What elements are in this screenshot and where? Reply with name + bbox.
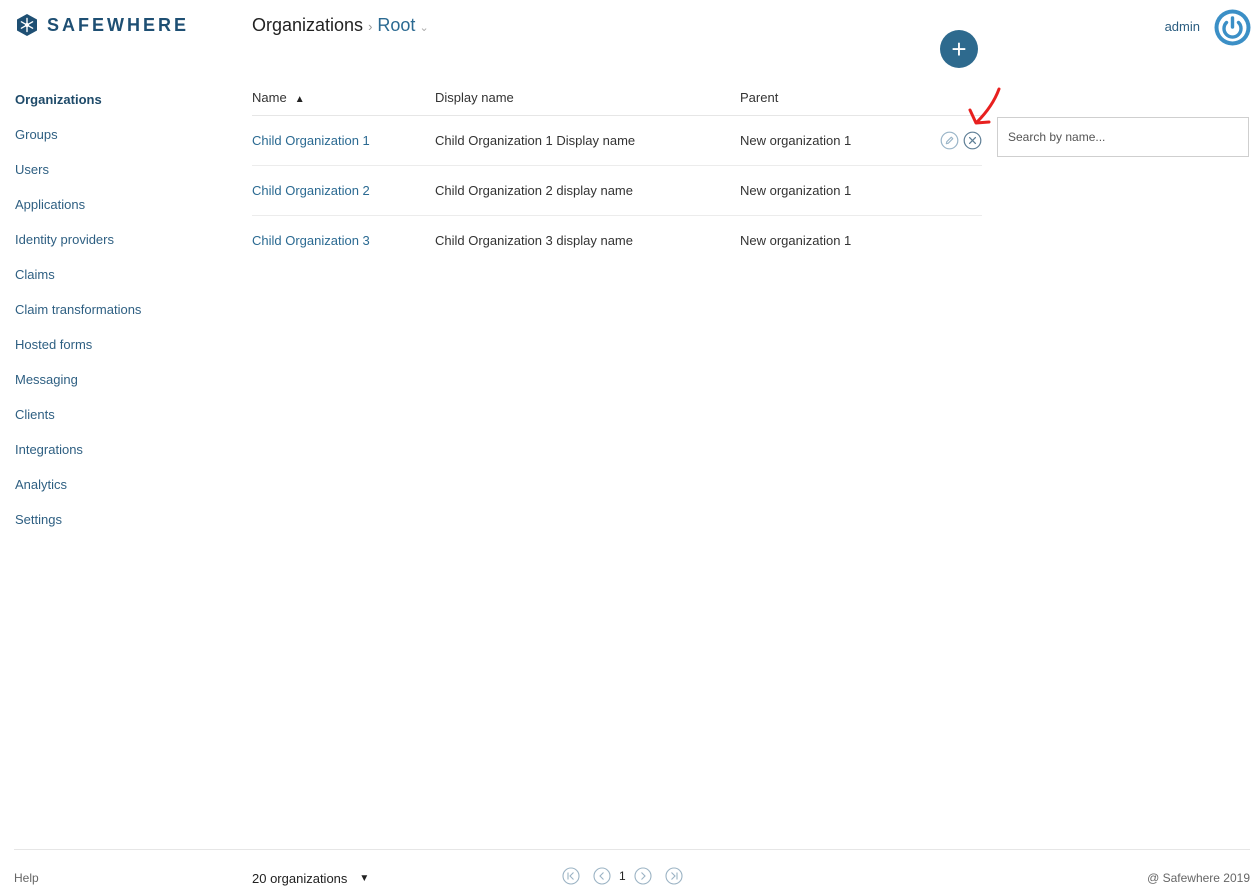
close-circle-icon[interactable]: [963, 131, 982, 150]
sidebar-item-users[interactable]: Users: [15, 157, 141, 192]
help-link[interactable]: Help: [14, 871, 39, 885]
copyright: @ Safewhere 2019: [1147, 871, 1250, 885]
sidebar-item-claim-transformations[interactable]: Claim transformations: [15, 297, 141, 332]
org-name-link[interactable]: Child Organization 1: [252, 133, 435, 148]
row-actions: [920, 131, 982, 150]
username[interactable]: admin: [1165, 19, 1200, 34]
sidebar-item-identity-providers[interactable]: Identity providers: [15, 227, 141, 262]
last-page-icon[interactable]: [665, 867, 683, 885]
sidebar-item-settings[interactable]: Settings: [15, 507, 141, 542]
breadcrumb: Organizations › Root ⌄: [252, 15, 429, 36]
current-page-number: 1: [619, 869, 626, 883]
column-header-name[interactable]: Name ▲: [252, 90, 435, 105]
organizations-table: Name ▲ Display name Parent Child Organiza…: [252, 80, 982, 265]
org-parent: New organization 1: [740, 133, 852, 148]
org-display-name: Child Organization 1 Display name: [435, 133, 636, 148]
table-row: Child Organization 1 Child Organization …: [252, 116, 982, 166]
org-name-link[interactable]: Child Organization 2: [252, 183, 435, 198]
chevron-down-icon[interactable]: ⌄: [419, 21, 428, 34]
sidebar-item-organizations[interactable]: Organizations: [15, 87, 141, 122]
table-row: Child Organization 2 Child Organization …: [252, 166, 982, 216]
organization-count: 20 organizations: [252, 871, 348, 886]
search-input[interactable]: [997, 117, 1249, 157]
sidebar-item-hosted-forms[interactable]: Hosted forms: [15, 332, 141, 367]
breadcrumb-separator: ›: [368, 19, 373, 34]
sidebar-item-analytics[interactable]: Analytics: [15, 472, 141, 507]
pagination: 1: [562, 867, 683, 885]
add-organization-button[interactable]: +: [940, 30, 978, 68]
first-page-icon[interactable]: [562, 867, 580, 885]
column-header-parent: Parent: [740, 90, 779, 105]
footer: Help 20 organizations ▼ 1 @ Safewhere 20…: [14, 849, 1250, 895]
page-size-selector[interactable]: 20 organizations ▼: [252, 871, 369, 886]
pencil-icon[interactable]: [940, 131, 959, 150]
sidebar: Organizations Groups Users Applications …: [15, 87, 141, 542]
sidebar-item-clients[interactable]: Clients: [15, 402, 141, 437]
brand-logo[interactable]: SAFEWHERE: [15, 13, 189, 37]
org-name-link[interactable]: Child Organization 3: [252, 233, 435, 248]
sidebar-item-groups[interactable]: Groups: [15, 122, 141, 157]
table-row: Child Organization 3 Child Organization …: [252, 216, 982, 265]
next-page-icon[interactable]: [634, 867, 652, 885]
breadcrumb-section[interactable]: Organizations: [252, 15, 363, 36]
org-parent: New organization 1: [740, 233, 852, 248]
caret-down-icon: ▼: [359, 873, 370, 884]
table-header: Name ▲ Display name Parent: [252, 80, 982, 116]
column-header-display-name: Display name: [435, 90, 514, 105]
breadcrumb-current-org[interactable]: Root: [377, 15, 415, 36]
brand-name: SAFEWHERE: [47, 14, 190, 35]
power-icon[interactable]: [1214, 9, 1251, 46]
sort-ascending-icon[interactable]: ▲: [295, 94, 305, 105]
sidebar-item-integrations[interactable]: Integrations: [15, 437, 141, 472]
prev-page-icon[interactable]: [593, 867, 611, 885]
org-parent: New organization 1: [740, 183, 852, 198]
org-display-name: Child Organization 2 display name: [435, 183, 633, 198]
column-name-label: Name: [252, 90, 287, 105]
snowflake-hexagon-icon: [17, 14, 37, 36]
sidebar-item-claims[interactable]: Claims: [15, 262, 141, 297]
org-display-name: Child Organization 3 display name: [435, 233, 633, 248]
sidebar-item-applications[interactable]: Applications: [15, 192, 141, 227]
sidebar-item-messaging[interactable]: Messaging: [15, 367, 141, 402]
